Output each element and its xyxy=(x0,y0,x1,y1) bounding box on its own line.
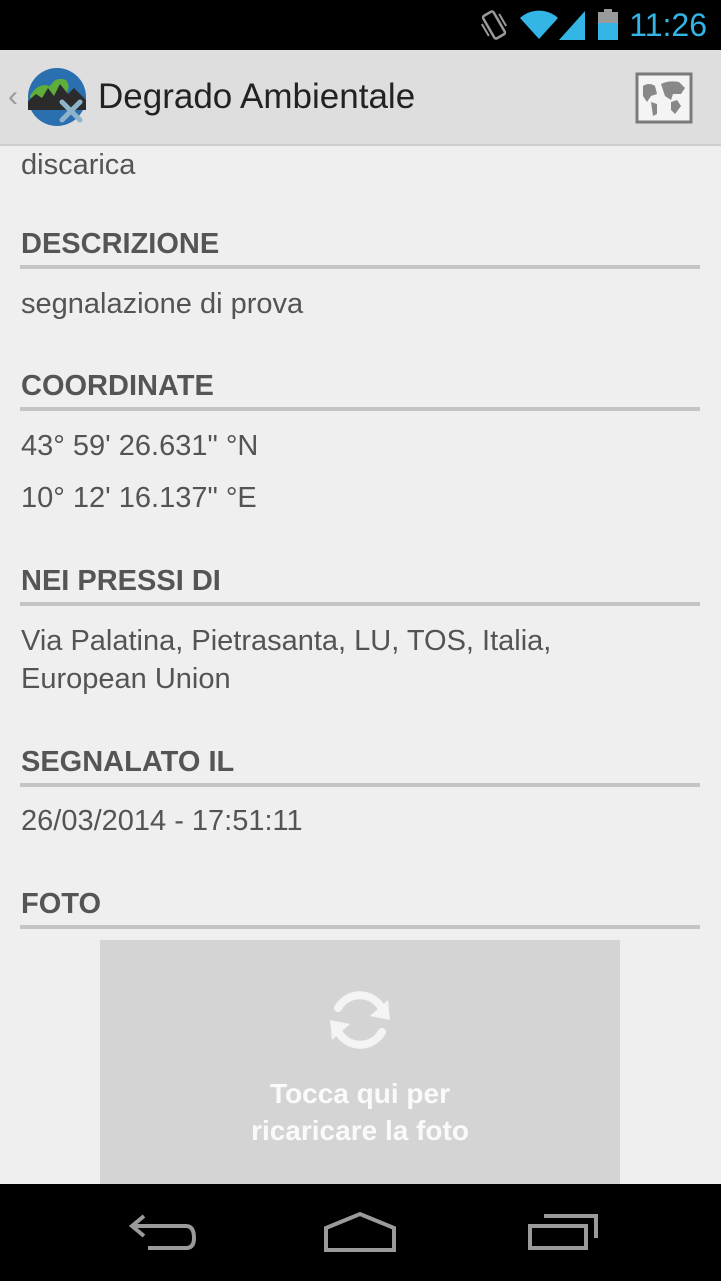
reload-photo-label-line-2: ricaricare la foto xyxy=(251,1115,469,1146)
address-line-1: Via Palatina, Pietrasanta, LU, TOS, Ital… xyxy=(21,625,552,657)
latitude-value: 43° 59' 26.631" °N xyxy=(21,430,259,462)
section-divider xyxy=(20,783,700,787)
map-icon[interactable] xyxy=(635,72,693,124)
section-header-foto: FOTO xyxy=(21,888,102,920)
section-header-descrizione: DESCRIZIONE xyxy=(21,228,220,260)
category-value: discarica xyxy=(21,149,136,181)
section-header-coordinate: COORDINATE xyxy=(21,370,214,402)
chevron-left-icon[interactable]: ‹ xyxy=(8,80,26,114)
status-bar: 11:26 xyxy=(0,0,721,50)
reload-photo-button[interactable]: Tocca qui per ricaricare la foto xyxy=(100,940,620,1184)
app-title: Degrado Ambientale xyxy=(98,77,416,116)
section-divider xyxy=(20,602,700,606)
address-line-2: European Union xyxy=(21,663,231,695)
section-header-segnalato-il: SEGNALATO IL xyxy=(21,746,235,778)
action-bar: ‹ Degrado Ambientale xyxy=(0,50,721,146)
reload-photo-label-line-1: Tocca qui per xyxy=(270,1078,450,1109)
navigation-bar xyxy=(0,1184,721,1281)
app-logo-icon[interactable] xyxy=(26,66,88,128)
section-header-nei-pressi-di: NEI PRESSI DI xyxy=(21,565,221,597)
recent-apps-icon[interactable] xyxy=(522,1206,602,1258)
section-divider xyxy=(20,925,700,929)
refresh-icon xyxy=(324,984,396,1056)
longitude-value: 10° 12' 16.137" °E xyxy=(21,482,257,514)
battery-icon xyxy=(597,9,619,41)
report-details: discarica DESCRIZIONE segnalazione di pr… xyxy=(0,146,721,1184)
wifi-icon xyxy=(519,10,559,40)
vibrate-icon xyxy=(479,8,509,42)
section-divider xyxy=(20,407,700,411)
reported-datetime-value: 26/03/2014 - 17:51:11 xyxy=(21,805,303,837)
section-divider xyxy=(20,265,700,269)
screen: 11:26 ‹ Degrado Ambientale discarica DES… xyxy=(0,0,721,1281)
status-time: 11:26 xyxy=(629,6,707,43)
signal-icon xyxy=(557,9,587,41)
reload-photo-label: Tocca qui per ricaricare la foto xyxy=(100,1075,620,1149)
home-icon[interactable] xyxy=(320,1206,400,1258)
back-icon[interactable] xyxy=(122,1206,202,1258)
description-value: segnalazione di prova xyxy=(21,288,304,320)
